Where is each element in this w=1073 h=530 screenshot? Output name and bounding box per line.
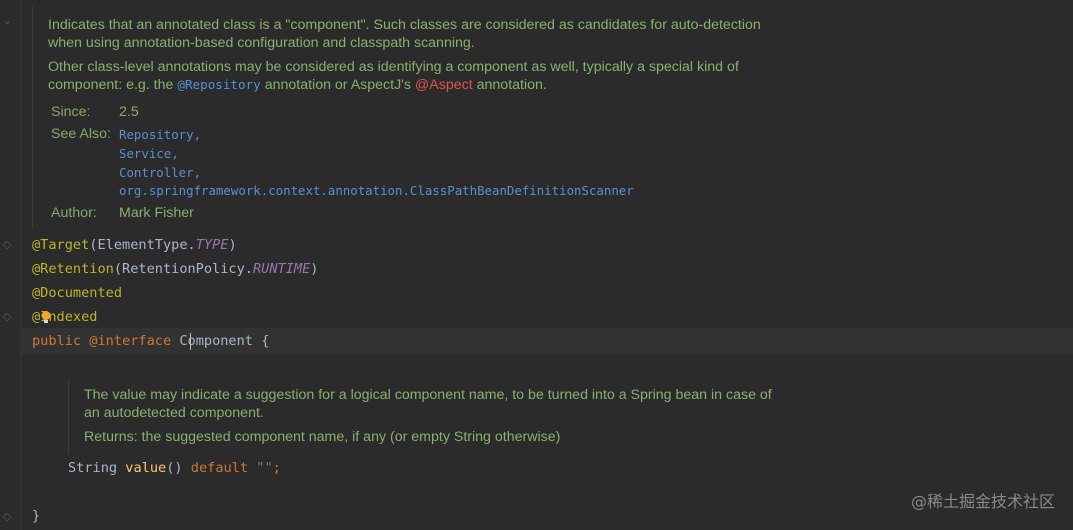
method-javadoc-returns: Returns: the suggested component name, i…: [84, 429, 561, 445]
code-line-target[interactable]: @Target(ElementType.TYPE): [32, 236, 237, 254]
gutter-divider: [20, 0, 21, 530]
see-also-label: See Also:: [51, 126, 111, 142]
see-also-link[interactable]: Service,: [119, 146, 179, 161]
fold-marker-icon[interactable]: ◇: [0, 510, 14, 524]
code-line-documented[interactable]: @Documented: [32, 284, 122, 302]
fold-marker-icon[interactable]: ⌄: [0, 14, 14, 28]
aspect-link[interactable]: @Aspect: [415, 77, 473, 93]
lightbulb-icon[interactable]: [40, 310, 52, 324]
see-also-link[interactable]: Repository,: [119, 127, 201, 142]
method-javadoc: The value may indicate a suggestion for …: [68, 380, 774, 454]
editor-gutter: [0, 0, 20, 530]
since-value: 2.5: [119, 104, 139, 120]
method-javadoc-paragraph: The value may indicate a suggestion for …: [84, 387, 772, 421]
code-line-close-brace[interactable]: }: [32, 507, 40, 525]
text-caret: [190, 333, 191, 350]
see-also-link[interactable]: Controller,: [119, 165, 201, 180]
since-label: Since:: [51, 104, 91, 120]
class-javadoc: Indicates that an annotated class is a "…: [32, 6, 1073, 228]
watermark: @稀土掘金技术社区: [910, 492, 1055, 511]
code-line-retention[interactable]: @Retention(RetentionPolicy.RUNTIME): [32, 260, 318, 278]
see-also-link[interactable]: org.springframework.context.annotation.C…: [119, 183, 634, 198]
fold-marker-icon[interactable]: ◇: [0, 238, 14, 252]
author-label: Author:: [51, 205, 97, 221]
author-value: Mark Fisher: [119, 205, 194, 221]
code-line-method[interactable]: String value() default "";: [68, 459, 281, 477]
repository-link[interactable]: @Repository: [177, 77, 260, 92]
javadoc-paragraph-1: Indicates that an annotated class is a "…: [48, 17, 761, 51]
javadoc-paragraph-2: Other class-level annotations may be con…: [48, 59, 739, 93]
code-line-interface[interactable]: public @interface Component {: [32, 332, 269, 350]
fold-marker-icon[interactable]: ◇: [0, 310, 14, 324]
